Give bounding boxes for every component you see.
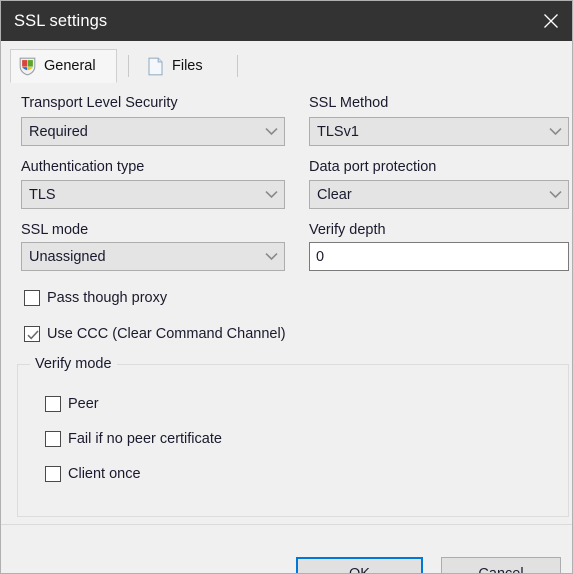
verify-depth-label: Verify depth — [309, 222, 386, 238]
title-bar: SSL settings — [1, 1, 572, 41]
checkbox-peer-label: Peer — [68, 396, 99, 412]
transport-level-security-select[interactable]: Required — [21, 117, 285, 146]
checkbox-pass-though-proxy[interactable]: Pass though proxy — [24, 290, 167, 306]
ssl-mode-value: Unassigned — [29, 248, 106, 265]
tab-separator-2 — [237, 55, 238, 77]
data-port-protection-label: Data port protection — [309, 159, 437, 175]
authentication-type-label: Authentication type — [21, 159, 145, 175]
ssl-settings-dialog: SSL settings General Files Transport Lev… — [0, 0, 573, 574]
footer-separator — [1, 524, 572, 525]
ssl-mode-label: SSL mode — [21, 222, 89, 238]
window-title: SSL settings — [14, 11, 108, 30]
data-port-protection-select[interactable]: Clear — [309, 180, 569, 209]
ssl-method-value: TLSv1 — [317, 123, 359, 140]
checkbox-fail-if-no-peer-certificate-label: Fail if no peer certificate — [68, 431, 222, 447]
data-port-protection-value: Clear — [317, 186, 352, 203]
checkbox-box — [45, 431, 61, 447]
cancel-button[interactable]: Cancel — [441, 557, 561, 573]
shield-icon — [19, 57, 36, 76]
tab-separator-1 — [128, 55, 129, 77]
tab-files[interactable]: Files — [139, 49, 226, 83]
ssl-mode-select[interactable]: Unassigned — [21, 242, 285, 271]
tab-strip: General Files — [10, 47, 566, 85]
transport-level-security-value: Required — [29, 123, 88, 140]
checkbox-client-once[interactable]: Client once — [45, 466, 141, 482]
authentication-type-value: TLS — [29, 186, 56, 203]
chevron-down-icon — [542, 127, 568, 136]
chevron-down-icon — [258, 127, 284, 136]
checkbox-pass-though-proxy-label: Pass though proxy — [47, 290, 168, 306]
verify-mode-title: Verify mode — [30, 356, 117, 372]
ssl-method-label: SSL Method — [309, 95, 389, 111]
chevron-down-icon — [258, 252, 284, 261]
checkbox-fail-if-no-peer-certificate[interactable]: Fail if no peer certificate — [45, 431, 222, 447]
tab-general-label: General — [44, 58, 96, 74]
transport-level-security-label: Transport Level Security — [21, 95, 178, 111]
close-button[interactable] — [528, 1, 572, 41]
tab-files-label: Files — [172, 58, 203, 74]
ok-button[interactable]: OK — [296, 557, 423, 573]
close-icon — [543, 13, 559, 29]
checkbox-use-ccc[interactable]: Use CCC (Clear Command Channel) — [24, 326, 286, 342]
checkbox-box — [45, 396, 61, 412]
document-icon — [147, 57, 164, 76]
authentication-type-select[interactable]: TLS — [21, 180, 285, 209]
tab-general[interactable]: General — [10, 49, 117, 83]
checkbox-box — [45, 466, 61, 482]
dialog-client-area: General Files Transport Level Security R… — [1, 41, 572, 573]
checkbox-peer[interactable]: Peer — [45, 396, 99, 412]
checkbox-box-checked — [24, 326, 40, 342]
checkbox-box — [24, 290, 40, 306]
chevron-down-icon — [258, 190, 284, 199]
checkbox-use-ccc-label: Use CCC (Clear Command Channel) — [47, 326, 286, 342]
checkbox-client-once-label: Client once — [68, 466, 141, 482]
verify-depth-input[interactable] — [309, 242, 569, 271]
chevron-down-icon — [542, 190, 568, 199]
ssl-method-select[interactable]: TLSv1 — [309, 117, 569, 146]
